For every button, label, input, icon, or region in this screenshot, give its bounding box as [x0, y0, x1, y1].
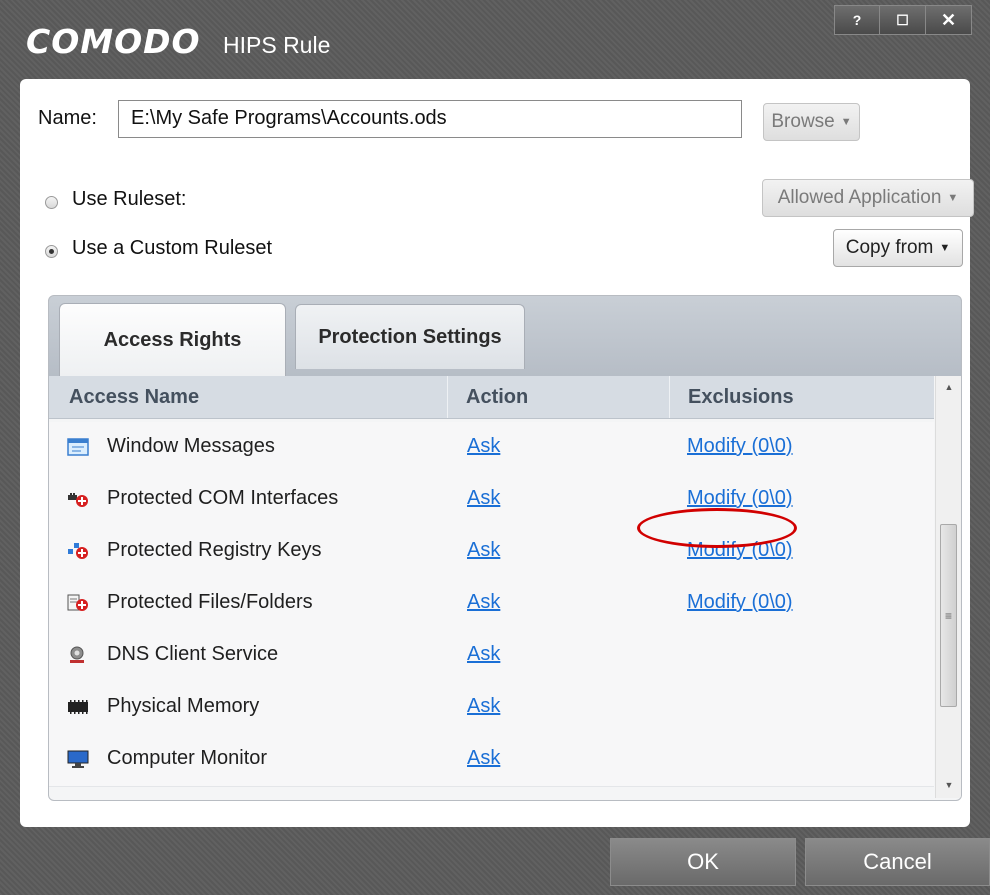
dialog-content: Name: E:\My Safe Programs\Accounts.ods B…	[20, 79, 974, 827]
browse-button[interactable]: Browse ▼	[763, 103, 860, 141]
exclusions-link[interactable]: Modify (0\0)	[687, 487, 793, 510]
table-row[interactable]: Window Messages Ask Modify (0\0)	[49, 422, 934, 475]
maximize-button[interactable]: ☐	[880, 5, 926, 35]
action-link[interactable]: Ask	[467, 539, 500, 562]
use-ruleset-radio[interactable]	[45, 196, 58, 209]
dns-client-icon	[70, 646, 84, 663]
use-custom-ruleset-radio[interactable]	[45, 245, 58, 258]
access-rights-list: Window Messages Ask Modify (0\0) Protect…	[49, 422, 934, 794]
access-name: DNS Client Service	[107, 643, 279, 665]
highlight-circle-annotation	[637, 508, 797, 548]
table-row[interactable]: Protected COM Interfaces Ask Modify (0\0…	[49, 474, 934, 527]
access-name: Protected Files/Folders	[107, 591, 313, 613]
browse-label: Browse	[771, 111, 835, 132]
access-name: Protected COM Interfaces	[107, 487, 339, 509]
action-link[interactable]: Ask	[467, 747, 500, 770]
action-link[interactable]: Ask	[467, 435, 500, 458]
name-label: Name:	[38, 107, 97, 129]
table-row[interactable]: Computer Monitor Ask	[49, 734, 934, 787]
copy-from-label: Copy from	[845, 237, 934, 258]
tab-access-rights[interactable]: Access Rights	[59, 303, 286, 377]
column-header-access-name[interactable]: Access Name	[69, 376, 199, 418]
table-row[interactable]: Protected Registry Keys Ask Modify (0\0)	[49, 526, 934, 579]
copy-from-button[interactable]: Copy from ▼	[833, 229, 963, 267]
scroll-thumb[interactable]: ≡	[940, 524, 957, 707]
exclusions-link[interactable]: Modify (0\0)	[687, 435, 793, 458]
window-messages-icon	[67, 438, 89, 456]
table-header: Access Name Action Exclusions	[49, 376, 934, 419]
scroll-up-arrow-icon[interactable]: ▲	[936, 376, 961, 398]
scroll-down-arrow-icon[interactable]: ▼	[936, 774, 961, 796]
dialog-window: COMODO HIPS Rule ? ☐ ✕ Name: E:\My Safe …	[0, 0, 990, 895]
column-header-exclusions[interactable]: Exclusions	[669, 376, 794, 418]
action-link[interactable]: Ask	[467, 487, 500, 510]
window-controls: ? ☐ ✕	[834, 5, 973, 35]
access-name: Physical Memory	[107, 695, 260, 717]
column-header-action[interactable]: Action	[447, 376, 528, 418]
table-row[interactable]: Physical Memory Ask	[49, 682, 934, 735]
window-title: HIPS Rule	[223, 32, 331, 58]
ruleset-dropdown[interactable]: Allowed Application ▼	[762, 179, 974, 217]
tab-protection-settings[interactable]: Protection Settings	[295, 304, 525, 369]
comodo-logo: COMODO	[26, 22, 201, 61]
physical-memory-icon	[68, 700, 88, 714]
action-link[interactable]: Ask	[467, 643, 500, 666]
grip-icon: ≡	[944, 608, 952, 623]
computer-monitor-icon	[67, 750, 89, 768]
table-row[interactable]: DNS Client Service Ask	[49, 630, 934, 683]
chevron-down-icon: ▼	[840, 116, 852, 128]
registry-keys-icon	[68, 543, 88, 559]
ok-button[interactable]: OK	[610, 838, 796, 886]
table-row[interactable]: Protected Files/Folders Ask Modify (0\0)	[49, 578, 934, 631]
name-field[interactable]: E:\My Safe Programs\Accounts.ods	[118, 100, 742, 138]
access-name: Computer Monitor	[107, 747, 268, 769]
close-button[interactable]: ✕	[926, 5, 972, 35]
access-name: Protected Registry Keys	[107, 539, 322, 561]
files-folders-icon	[67, 594, 88, 611]
use-custom-ruleset-label: Use a Custom Ruleset	[72, 237, 273, 259]
cancel-button[interactable]: Cancel	[805, 838, 990, 886]
title-bar: COMODO HIPS Rule ? ☐ ✕	[0, 0, 990, 78]
action-link[interactable]: Ask	[467, 695, 500, 718]
exclusions-link[interactable]: Modify (0\0)	[687, 591, 793, 614]
com-interfaces-icon	[68, 493, 88, 507]
ruleset-value: Allowed Application	[777, 187, 942, 208]
action-link[interactable]: Ask	[467, 591, 500, 614]
vertical-scrollbar[interactable]: ▲ ≡ ▼	[935, 376, 961, 798]
access-name: Window Messages	[107, 435, 275, 457]
use-ruleset-label: Use Ruleset:	[72, 188, 187, 210]
chevron-down-icon: ▼	[947, 192, 959, 204]
help-button[interactable]: ?	[834, 5, 880, 35]
rules-panel: Access Rights Protection Settings Access…	[48, 295, 962, 801]
chevron-down-icon: ▼	[939, 242, 951, 254]
